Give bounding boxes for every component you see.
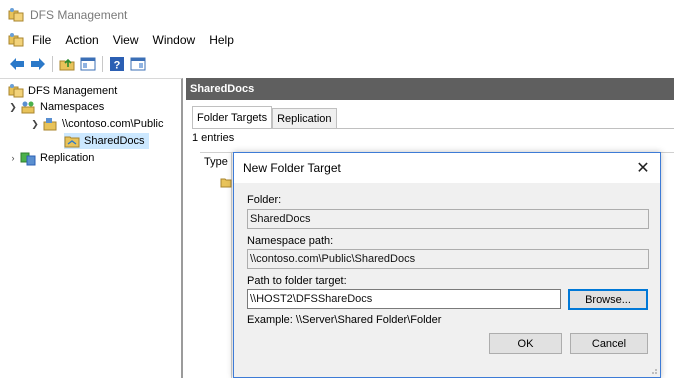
menu-action[interactable]: Action [65,33,98,47]
dfs-management-app-icon [8,8,24,22]
folder-target-path-input[interactable]: \\HOST2\DFSShareDocs [247,289,561,309]
ok-button[interactable]: OK [489,333,562,354]
up-one-level-button[interactable] [58,55,76,73]
folder-field: SharedDocs [247,209,649,229]
menu-help[interactable]: Help [209,33,234,47]
menu-view[interactable]: View [113,33,139,47]
close-icon[interactable]: ✕ [634,159,652,177]
title-bar: DFS Management [0,0,674,30]
entries-count: 1 entries [192,132,235,144]
tree-label-namespace: \\contoso.com\Public [62,118,164,130]
menu-window[interactable]: Window [153,33,196,47]
namespace-path-label: Namespace path: [247,235,334,247]
tree-node-dfs-management[interactable]: DFS Management [8,83,117,99]
cancel-button[interactable]: Cancel [570,333,648,354]
help-icon: ? [110,57,124,72]
console-tree: DFS Management ❯ Namespaces ❯ \\contoso.… [0,78,183,378]
tab-folder-targets[interactable]: Folder Targets [192,106,273,128]
chevron-right-icon[interactable]: › [8,150,18,166]
toolbar-separator [52,56,53,72]
folder-target-row-icon[interactable] [220,176,232,188]
back-button[interactable] [8,55,26,73]
toolbar-separator [102,56,103,72]
tree-label-replication: Replication [40,152,95,164]
back-arrow-icon [10,58,24,70]
forward-arrow-icon [31,58,45,70]
tab-replication[interactable]: Replication [272,108,337,128]
menu-file[interactable]: File [32,33,51,47]
menu-bar: File Action View Window Help [0,30,674,50]
namespaces-icon [21,101,35,114]
show-hide-console-tree-icon [80,57,96,71]
tab-strip: Folder Targets Replication [192,106,337,128]
forward-button[interactable] [29,55,47,73]
resize-grip-icon[interactable] [648,365,658,375]
tree-node-namespaces[interactable]: Namespaces [20,99,104,115]
tree-label-dfs-management: DFS Management [28,85,118,97]
show-hide-console-tree-button[interactable] [79,55,97,73]
tree-node-shareddocs[interactable]: SharedDocs [64,133,149,149]
dialog-title: New Folder Target [243,161,341,175]
show-action-pane-button[interactable] [129,55,147,73]
path-to-folder-target-label: Path to folder target: [247,275,347,287]
svg-text:?: ? [114,60,121,72]
console-system-menu-icon[interactable] [8,32,24,48]
namespace-icon [43,118,57,131]
tree-label-namespaces: Namespaces [40,101,105,113]
example-text: Example: \\Server\Shared Folder\Folder [247,314,442,326]
chevron-down-icon[interactable]: ❯ [30,116,40,132]
chevron-down-icon[interactable]: ❯ [8,99,18,115]
dfs-folder-icon [64,136,80,148]
tree-node-replication[interactable]: Replication [20,150,94,166]
browse-button[interactable]: Browse... [568,289,648,310]
tree-node-namespace-public[interactable]: \\contoso.com\Public [42,116,164,132]
dialog-title-bar: New Folder Target [234,153,660,183]
dfs-management-icon [8,84,24,98]
folder-label: Folder: [247,194,282,206]
new-folder-target-dialog: New Folder Target ✕ Folder: SharedDocs N… [233,152,661,378]
toolbar: ? [0,52,674,76]
replication-icon [20,152,36,166]
tree-label-shareddocs: SharedDocs [84,135,145,147]
help-button[interactable]: ? [108,55,126,73]
up-folder-icon [59,58,75,71]
show-action-pane-icon [130,57,146,71]
namespace-path-field: \\contoso.com\Public\SharedDocs [247,249,649,269]
window-title: DFS Management [30,8,128,22]
details-pane-header: SharedDocs [186,78,674,100]
